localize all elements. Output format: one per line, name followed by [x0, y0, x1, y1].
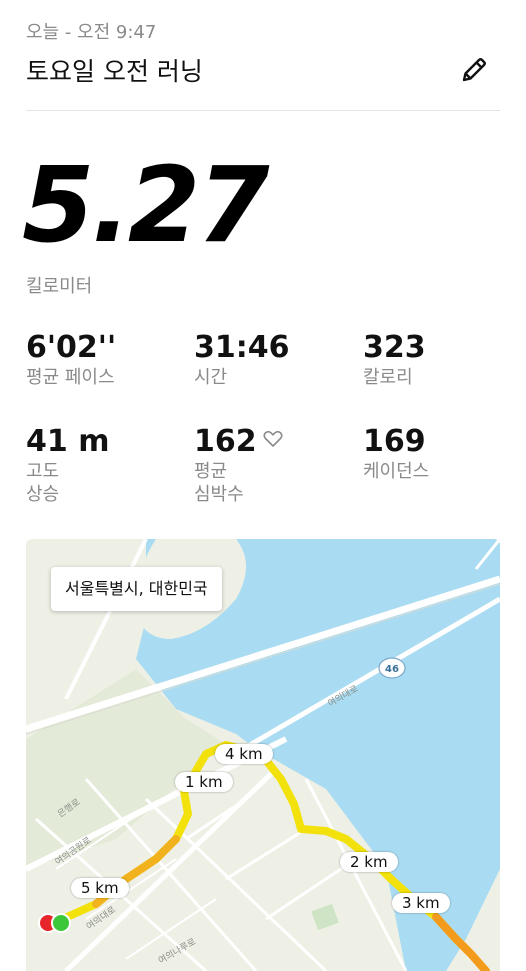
km-marker-3: 3 km — [392, 893, 450, 913]
stat-elevation-value: 41 m — [26, 424, 110, 459]
distance-value: 5.27 — [22, 144, 270, 266]
stat-pace-value: 6'02'' — [26, 330, 117, 365]
km-marker-2: 2 km — [340, 852, 398, 872]
location-label: 서울특별시, 대한민국 — [51, 567, 222, 611]
stat-elevation-label-1: 고도 — [26, 461, 60, 482]
stat-cadence: 169 케이던스 — [363, 424, 429, 483]
stat-calories-value: 323 — [363, 330, 426, 365]
km-marker-1: 1 km — [175, 772, 233, 792]
route-end-marker — [51, 913, 71, 933]
stat-heart-rate-label-1: 평균 — [194, 461, 228, 482]
stat-elevation-label-2: 상승 — [26, 484, 60, 505]
stat-pace: 6'02'' 평균 페이스 — [26, 330, 116, 389]
distance-unit: 킬로미터 — [26, 276, 93, 297]
stat-cadence-label: 케이던스 — [363, 461, 430, 482]
header-divider — [26, 110, 500, 111]
heart-icon — [263, 430, 283, 447]
stat-time-value: 31:46 — [194, 330, 290, 365]
km-marker-4: 4 km — [215, 744, 273, 764]
pencil-icon[interactable] — [458, 54, 490, 86]
stat-cadence-value: 169 — [363, 424, 426, 459]
route-map[interactable]: 46 서울특별시, 대한민국 1 km 2 km 3 km 4 km 5 km … — [26, 539, 500, 971]
stat-elevation: 41 m 고도 상승 — [26, 424, 109, 506]
stat-calories: 323 칼로리 — [363, 330, 426, 389]
stat-time: 31:46 시간 — [194, 330, 290, 389]
stat-calories-label: 칼로리 — [363, 367, 413, 388]
activity-title: 토요일 오전 러닝 — [26, 57, 203, 86]
stat-heart-rate-value: 162 — [194, 424, 257, 459]
stat-heart-rate: 162 평균 심박수 — [194, 424, 283, 506]
stat-time-label: 시간 — [194, 367, 228, 388]
highway-badge: 46 — [385, 664, 399, 675]
stat-heart-rate-label-2: 심박수 — [194, 484, 244, 505]
stat-pace-label: 평균 페이스 — [26, 367, 115, 388]
km-marker-5: 5 km — [71, 878, 129, 898]
activity-date: 오늘 - 오전 9:47 — [26, 22, 157, 43]
